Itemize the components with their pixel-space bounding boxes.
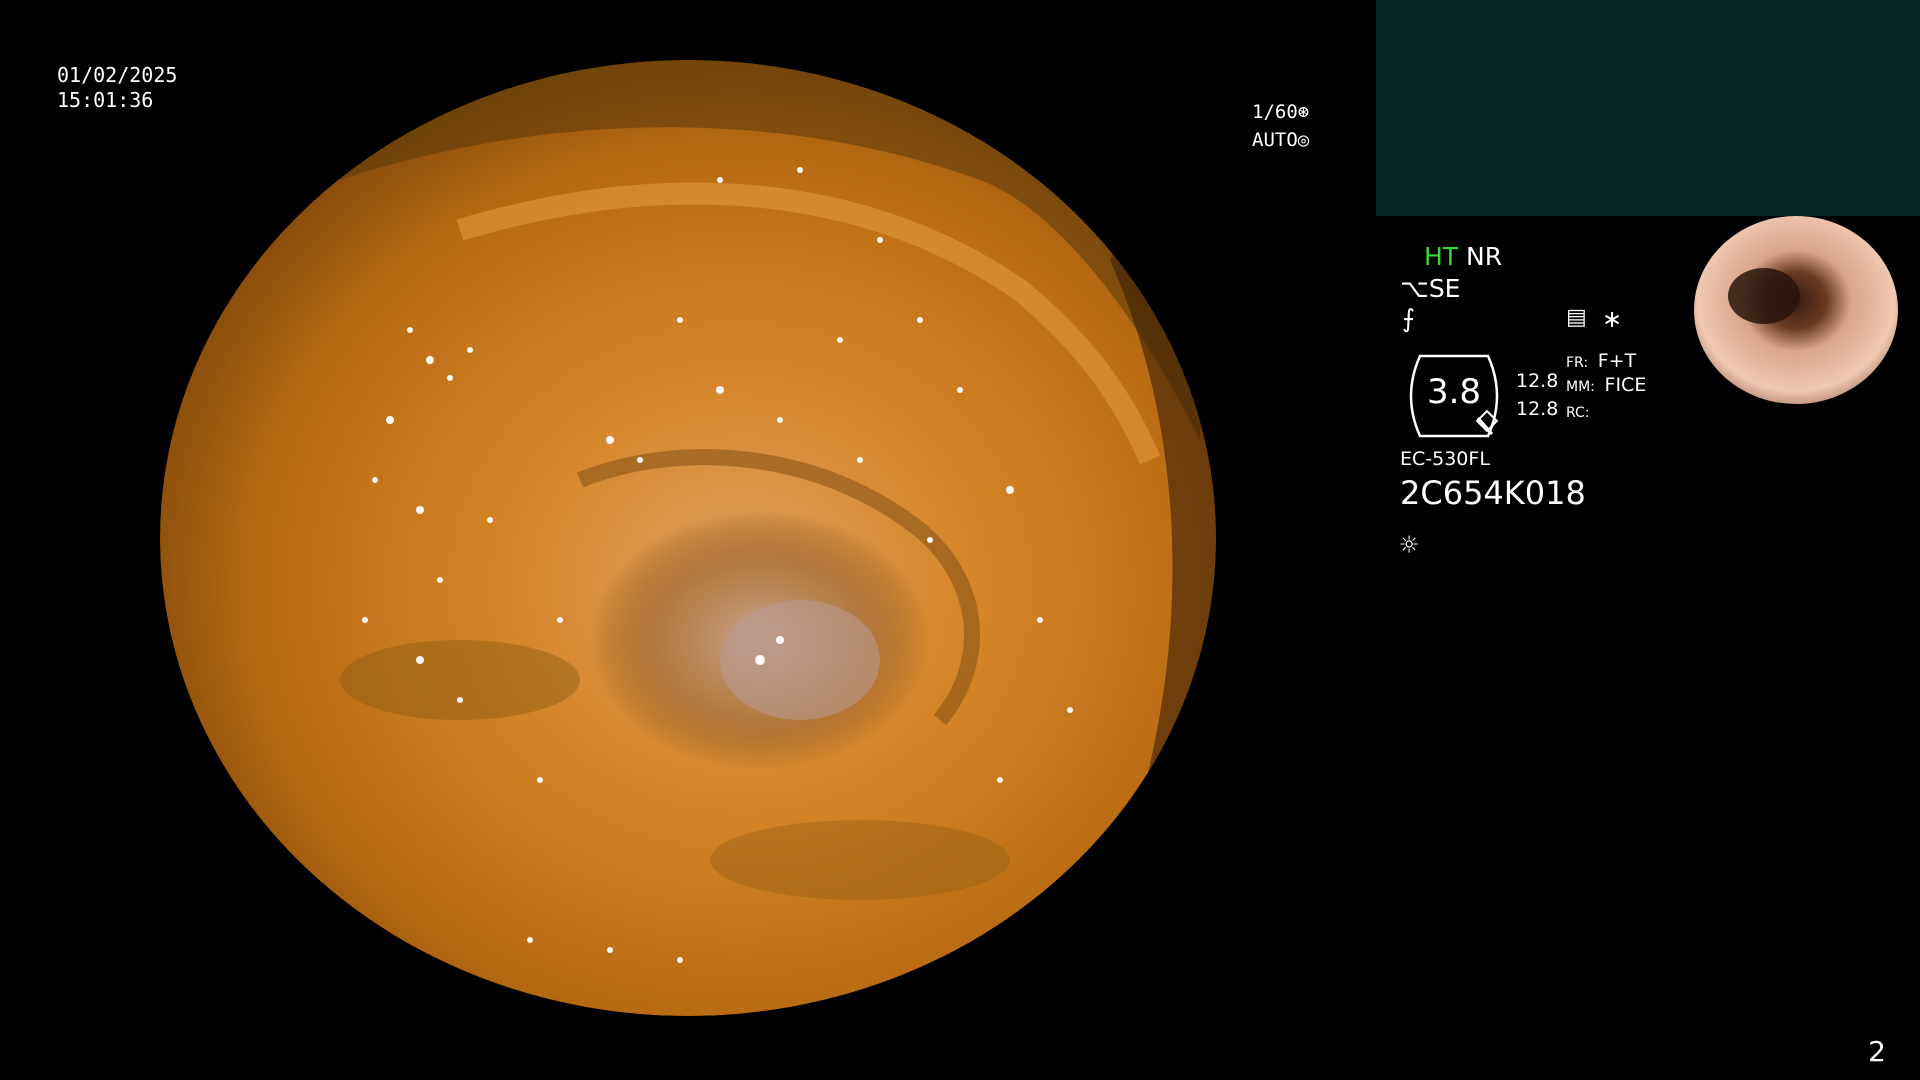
exposure-text: AUTO bbox=[1252, 129, 1298, 151]
shutter-text: 1/60 bbox=[1252, 101, 1298, 123]
fr-value: F+T bbox=[1597, 350, 1637, 372]
processing-modes: HT NR bbox=[1424, 242, 1502, 271]
scope-serial: 2C654K018 bbox=[1400, 474, 1586, 512]
rc-row: RC: bbox=[1566, 402, 1590, 421]
fr-label: FR: bbox=[1566, 355, 1589, 371]
time-text: 15:01:36 bbox=[57, 88, 154, 112]
asterisk-icon: ∗ bbox=[1602, 305, 1623, 333]
page-number: 2 bbox=[1868, 1035, 1886, 1068]
endoscope-main-view bbox=[160, 60, 1216, 1016]
se-icon: ⌥ bbox=[1400, 274, 1429, 303]
scope-model: EC-530FL bbox=[1400, 448, 1490, 470]
auto-exposure-icon: ◎ bbox=[1297, 129, 1310, 151]
se-indicator: SE bbox=[1428, 274, 1461, 303]
aux-panel bbox=[1376, 0, 1920, 216]
nr-indicator: NR bbox=[1466, 242, 1503, 271]
fr-row: FR: F+T bbox=[1566, 350, 1636, 372]
value-2: 12.8 bbox=[1516, 398, 1559, 420]
ht-indicator: HT bbox=[1424, 242, 1459, 271]
shutter-icon: ⊛ bbox=[1297, 101, 1310, 123]
thumbnail-image bbox=[1694, 216, 1898, 404]
mm-value: FICE bbox=[1604, 374, 1647, 396]
menu-icon: ▤ bbox=[1566, 305, 1587, 330]
mm-row: MM: FICE bbox=[1566, 374, 1646, 396]
se-row: ⌥SE bbox=[1400, 274, 1460, 303]
brightness-icon: ☼ bbox=[1400, 528, 1419, 563]
exposure-readout: 1/60⊛ AUTO◎ bbox=[1252, 98, 1309, 154]
date-text: 01/02/2025 bbox=[57, 63, 178, 87]
rc-label: RC: bbox=[1566, 405, 1590, 421]
value-1: 12.8 bbox=[1516, 370, 1559, 392]
datetime-overlay: 01/02/2025 15:01:36 bbox=[57, 63, 177, 113]
f-icon: ⨍ bbox=[1402, 304, 1416, 333]
mm-label: MM: bbox=[1566, 379, 1595, 395]
ring-value: 3.8 bbox=[1426, 372, 1482, 412]
